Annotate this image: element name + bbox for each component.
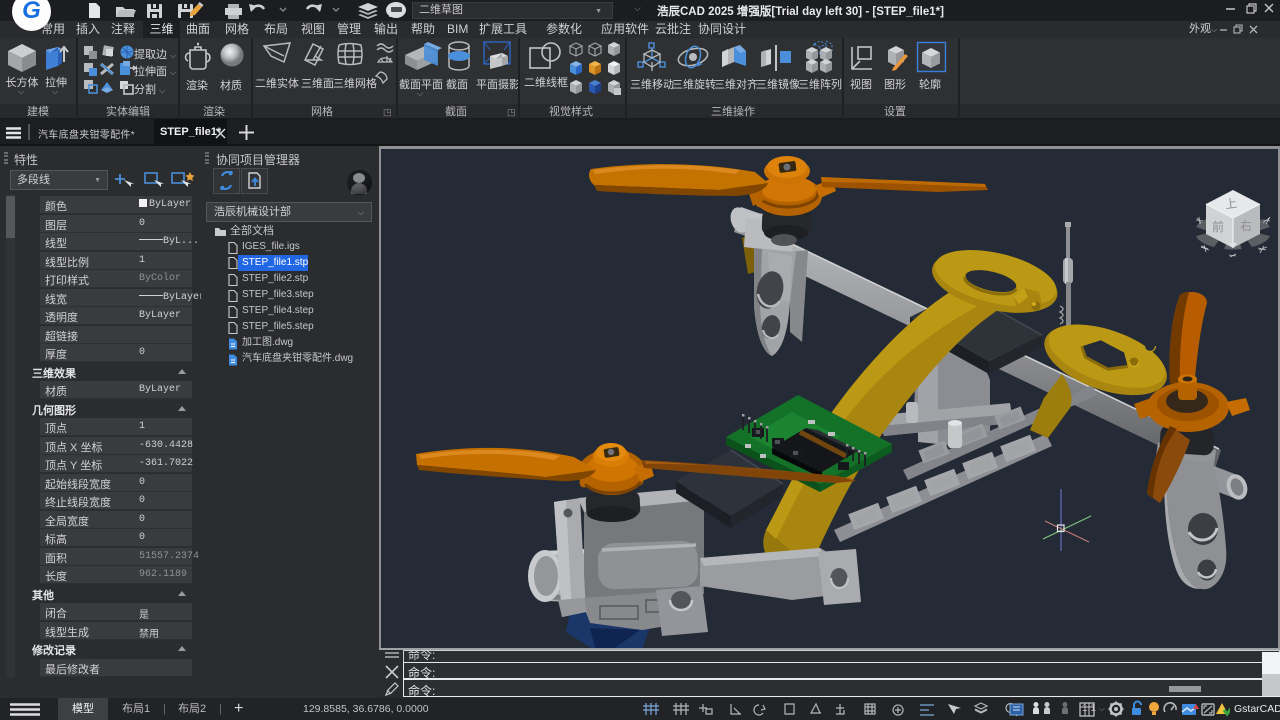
svg-text:上: 上 — [1224, 196, 1238, 212]
svg-text:右: 右 — [1240, 218, 1252, 233]
svg-text:前: 前 — [1212, 219, 1224, 234]
